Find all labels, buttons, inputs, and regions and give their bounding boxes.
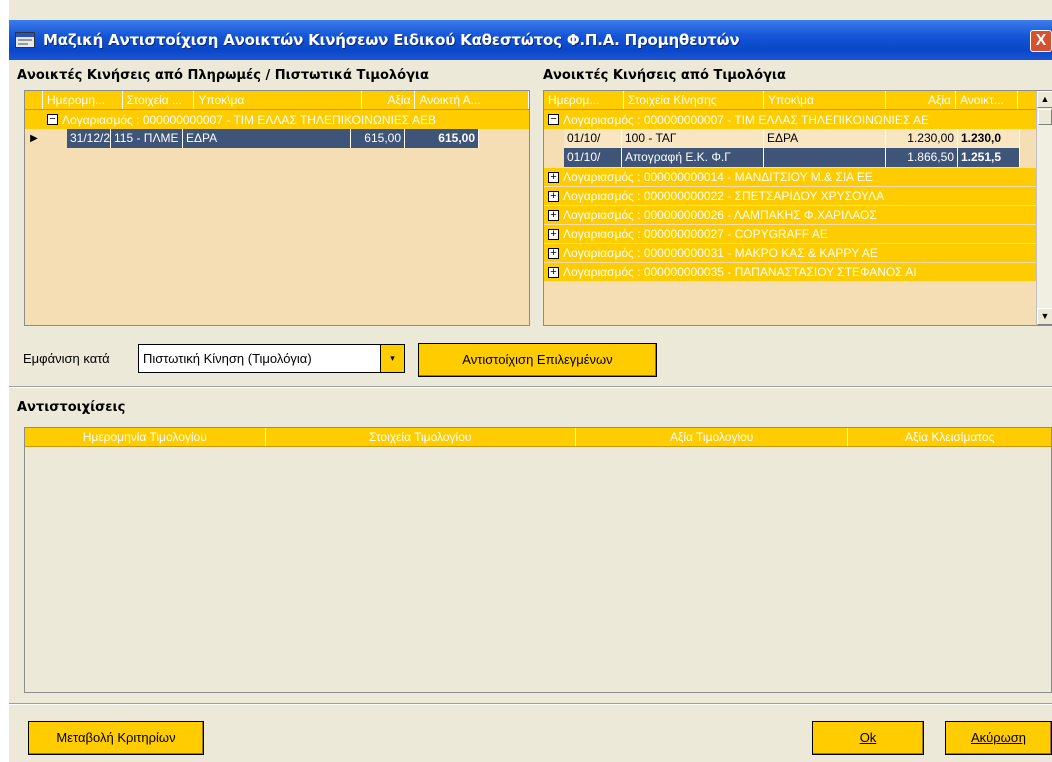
dialog-body: Ανοικτές Κινήσεις από Πληρωμές / Πιστωτι…	[9, 60, 1052, 762]
close-button[interactable]: X	[1030, 30, 1052, 52]
account-group-row[interactable]: + Λογαριασμός : 000000000027 - COPYGRAFF …	[544, 224, 1036, 243]
cell-details[interactable]: 115 - ΠΛΜΕ	[111, 129, 183, 148]
group-label: Λογαριασμός : 000000000035 - ΠΑΠΑΝΑΣΤΑΣΙ…	[563, 265, 917, 279]
collapse-icon[interactable]: −	[47, 114, 58, 125]
cell-open-amount[interactable]: 615,00	[405, 129, 479, 148]
table-row[interactable]: ▶ 31/12/2 115 - ΠΛΜΕ ΕΔΡΑ 615,00 615,00	[25, 129, 529, 148]
group-label: Λογαριασμός : 000000000022 - ΣΠΕΤΣΑΡΙΔΟΥ…	[563, 189, 885, 203]
cell-details[interactable]: 100 - ΤΑΓ	[622, 129, 764, 148]
table-row[interactable]: 01/10/ 100 - ΤΑΓ ΕΔΡΑ 1.230,00 1.230,0	[544, 129, 1036, 148]
grid-header: Ημερομη... Στοιχεία ... Υποκ\μα Αξία Ανο…	[25, 91, 529, 110]
account-group-row[interactable]: + Λογαριασμός : 000000000026 - ΛΑΜΠΑΚΗΣ Φ…	[544, 205, 1036, 224]
column-header-invoice-date[interactable]: Ημερομηνία Τιμολογίου	[25, 428, 266, 446]
cell-sub[interactable]	[764, 148, 886, 167]
window-title: Μαζική Αντιστοίχιση Ανοικτών Κινήσεων Ει…	[43, 31, 740, 49]
open-invoices-grid: Ημερομ... Στοιχεία Κίνησης Υποκ\μα Αξία …	[543, 90, 1052, 326]
column-header-open-amount[interactable]: Ανοικτή Α...	[415, 91, 529, 109]
grid-header: Ημερομ... Στοιχεία Κίνησης Υποκ\μα Αξία …	[544, 91, 1036, 110]
column-header-date[interactable]: Ημερομη...	[43, 91, 123, 109]
group-label: Λογαριασμός : 000000000026 - ΛΑΜΠΑΚΗΣ Φ.…	[563, 208, 877, 222]
cell-date[interactable]: 01/10/	[564, 148, 622, 167]
app-window-icon	[15, 32, 35, 48]
column-header-details[interactable]: Στοιχεία Κίνησης	[624, 91, 764, 109]
cancel-button[interactable]: Ακύρωση	[945, 721, 1052, 755]
collapsed-groups: + Λογαριασμός : 000000000014 - ΜΑΝΔΙΤΣΙΟΥ…	[544, 167, 1036, 281]
account-group-row[interactable]: + Λογαριασμός : 000000000022 - ΣΠΕΤΣΑΡΙΔΟ…	[544, 186, 1036, 205]
account-group-row[interactable]: − Λογαριασμός : 000000000007 - ΤΙΜ ΕΛΛΑΣ…	[25, 110, 529, 129]
column-header-closing-value[interactable]: Αξία Κλεισίματος	[848, 428, 1051, 446]
ok-button[interactable]: Ok	[812, 721, 924, 755]
match-selected-button[interactable]: Αντιστοίχιση Επιλεγμένων	[418, 343, 657, 377]
column-header-details[interactable]: Στοιχεία ...	[123, 91, 195, 109]
cell-value[interactable]: 1.230,00	[886, 129, 958, 148]
account-group-row[interactable]: + Λογαριασμός : 000000000031 - ΜΑΚΡΟ ΚΑΣ …	[544, 243, 1036, 262]
vertical-scrollbar[interactable]: ▲ ▼	[1036, 91, 1052, 325]
column-header-sub[interactable]: Υποκ\μα	[194, 91, 362, 109]
cell-value[interactable]: 1.866,50	[886, 148, 958, 167]
account-group-row[interactable]: − Λογαριασμός : 000000000007 - ΤΙΜ ΕΛΛΑΣ…	[544, 110, 1036, 129]
title-bar[interactable]: Μαζική Αντιστοίχιση Ανοικτών Κινήσεων Ει…	[9, 20, 1052, 60]
group-label: Λογαριασμός : 000000000007 - ΤΙΜ ΕΛΛΑΣ Τ…	[62, 112, 436, 127]
expand-icon[interactable]: +	[548, 228, 559, 240]
group-label: Λογαριασμός : 000000000014 - ΜΑΝΔΙΤΣΙΟΥ …	[563, 170, 873, 184]
account-group-row[interactable]: + Λογαριασμός : 000000000014 - ΜΑΝΔΙΤΣΙΟΥ…	[544, 167, 1036, 186]
cell-sub[interactable]: ΕΔΡΑ	[764, 129, 886, 148]
column-header-invoice-details[interactable]: Στοιχεία Τιμολογίου	[266, 428, 576, 446]
collapse-icon[interactable]: −	[548, 114, 559, 125]
grid-body: − Λογαριασμός : 000000000007 - ΤΙΜ ΕΛΛΑΣ…	[544, 110, 1036, 281]
expand-icon[interactable]: +	[548, 171, 559, 183]
scroll-up-icon[interactable]: ▲	[1037, 91, 1052, 108]
row-indicator-icon: ▶	[30, 133, 38, 144]
scroll-thumb[interactable]	[1038, 109, 1052, 125]
dialog-window: Μαζική Αντιστοίχιση Ανοικτών Κινήσεων Ει…	[9, 0, 1052, 762]
cell-sub[interactable]: ΕΔΡΑ	[183, 129, 351, 148]
cell-open-amount[interactable]: 1.230,0	[958, 129, 1020, 148]
expand-icon[interactable]: +	[548, 247, 559, 259]
column-header-sub[interactable]: Υποκ\μα	[764, 91, 886, 109]
group-label: Λογαριασμός : 000000000007 - ΤΙΜ ΕΛΛΑΣ Τ…	[563, 112, 929, 127]
matches-title: Αντιστοιχίσεις	[17, 400, 126, 415]
cell-date[interactable]: 31/12/2	[67, 129, 111, 148]
cell-details[interactable]: Απογραφή Ε.Κ. Φ.Γ	[622, 148, 764, 167]
account-group-row[interactable]: + Λογαριασμός : 000000000035 - ΠΑΠΑΝΑΣΤΑΣ…	[544, 262, 1036, 281]
display-by-value: Πιστωτική Κίνηση (Τιμολόγια)	[143, 351, 312, 366]
change-criteria-button[interactable]: Μεταβολή Κριτηρίων	[28, 721, 204, 755]
matches-grid: Ημερομηνία Τιμολογίου Στοιχεία Τιμολογίο…	[24, 427, 1052, 693]
right-panel-title: Ανοικτές Κινήσεις από Τιμολόγια	[543, 68, 786, 83]
cell-open-amount[interactable]: 1.251,5	[958, 148, 1020, 167]
open-payments-grid: Ημερομη... Στοιχεία ... Υποκ\μα Αξία Ανο…	[24, 90, 530, 326]
left-panel-title: Ανοικτές Κινήσεις από Πληρωμές / Πιστωτι…	[17, 68, 429, 83]
column-header-open-amount[interactable]: Ανοικτ...	[956, 91, 1018, 109]
cell-date[interactable]: 01/10/	[564, 129, 622, 148]
expand-icon[interactable]: +	[548, 190, 559, 202]
column-header-invoice-value[interactable]: Αξία Τιμολογίου	[576, 428, 849, 446]
chevron-down-icon[interactable]: ▾	[380, 345, 404, 372]
column-header-value[interactable]: Αξία	[886, 91, 956, 109]
scroll-down-icon[interactable]: ▼	[1037, 308, 1052, 325]
table-row[interactable]: 01/10/ Απογραφή Ε.Κ. Φ.Γ 1.866,50 1.251,…	[544, 148, 1036, 167]
expand-icon[interactable]: +	[548, 209, 559, 221]
grid-header: Ημερομηνία Τιμολογίου Στοιχεία Τιμολογίο…	[25, 428, 1051, 447]
column-header-date[interactable]: Ημερομ...	[544, 91, 624, 109]
divider	[9, 386, 1052, 388]
group-label: Λογαριασμός : 000000000031 - ΜΑΚΡΟ ΚΑΣ &…	[563, 246, 878, 260]
display-by-select[interactable]: Πιστωτική Κίνηση (Τιμολόγια) ▾	[138, 344, 405, 373]
expand-icon[interactable]: +	[548, 266, 559, 278]
group-label: Λογαριασμός : 000000000027 - COPYGRAFF A…	[563, 227, 828, 241]
display-by-label: Εμφάνιση κατά	[23, 351, 110, 366]
cell-value[interactable]: 615,00	[351, 129, 405, 148]
divider	[9, 703, 1052, 705]
column-header-value[interactable]: Αξία	[362, 91, 416, 109]
